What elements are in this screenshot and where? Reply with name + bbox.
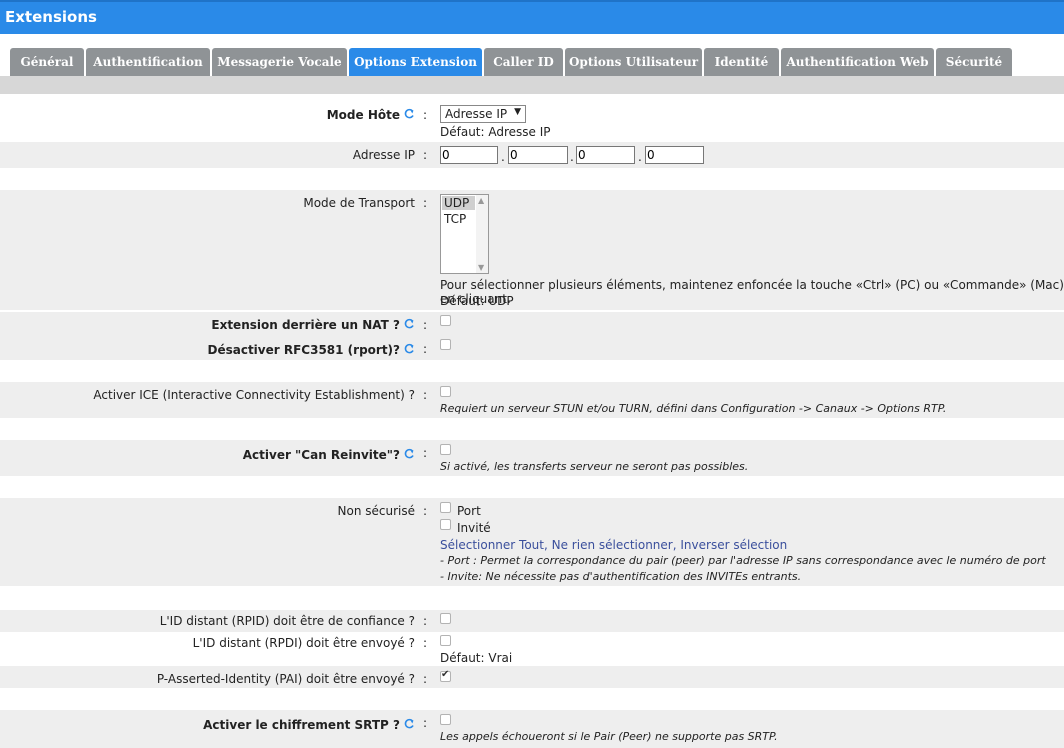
tab-strip: Général Authentification Messagerie Voca… xyxy=(0,34,1064,76)
insecure-port-label: Port xyxy=(457,504,481,518)
scroll-up-icon[interactable]: ▲ xyxy=(478,196,484,205)
row-mode-transport: Mode de Transport : UDP TCP ▲ ▼ Pour sél… xyxy=(0,190,1064,310)
ip-octet-1[interactable] xyxy=(440,146,498,164)
invert-selection-link[interactable]: Inverser sélection xyxy=(680,538,787,552)
colon: : xyxy=(423,446,428,460)
insecure-hint-invite: - Invite: Ne nécessite pas d'authentific… xyxy=(440,570,802,583)
row-pai: P-Asserted-Identity (PAI) doit être envo… xyxy=(0,666,1064,688)
refresh-icon[interactable] xyxy=(403,108,415,120)
insecure-hint-port: - Port : Permet la correspondance du pai… xyxy=(440,554,1046,567)
ice-checkbox[interactable] xyxy=(440,386,451,397)
colon: : xyxy=(423,504,428,518)
page-title: Extensions xyxy=(5,8,97,26)
ip-separator: . xyxy=(638,150,642,164)
insecure-invite-label: Invité xyxy=(457,521,491,535)
rpid-trust-label: L'ID distant (RPID) doit être de confian… xyxy=(159,614,415,628)
transport-help: Pour sélectionner plusieurs éléments, ma… xyxy=(440,278,1064,306)
refresh-icon[interactable] xyxy=(403,448,415,460)
mode-transport-label: Mode de Transport xyxy=(303,196,415,210)
chevron-down-icon: ▼ xyxy=(514,107,521,117)
refresh-icon[interactable] xyxy=(403,718,415,730)
reinvite-hint: Si activé, les transferts serveur ne ser… xyxy=(440,460,749,473)
link-separator: , xyxy=(543,538,552,552)
colon: : xyxy=(423,614,428,628)
tab-messagerie-vocale[interactable]: Messagerie Vocale xyxy=(212,48,347,76)
tab-authentification-web[interactable]: Authentification Web xyxy=(781,48,934,76)
ip-separator: . xyxy=(570,150,574,164)
tab-caller-id[interactable]: Caller ID xyxy=(484,48,563,76)
colon: : xyxy=(423,388,428,402)
srtp-label: Activer le chiffrement SRTP ? xyxy=(203,718,415,732)
row-insecure: Non sécurisé : Port Invité Sélectionner … xyxy=(0,498,1064,586)
reinvite-label: Activer "Can Reinvite"? xyxy=(243,448,415,462)
row-mode-hote: Mode Hôte : Adresse IP ▼ Défaut: Adresse… xyxy=(0,102,1064,142)
listbox-scrollbar[interactable]: ▲ ▼ xyxy=(476,195,488,273)
ice-hint: Requiert un serveur STUN et/ou TURN, déf… xyxy=(440,402,947,415)
adresse-ip-label: Adresse IP xyxy=(352,148,415,162)
reinvite-checkbox[interactable] xyxy=(440,444,451,455)
row-rpid-send: L'ID distant (RPDI) doit être envoyé ? :… xyxy=(0,632,1064,666)
refresh-icon[interactable] xyxy=(403,318,415,330)
select-all-link[interactable]: Sélectionner Tout xyxy=(440,538,544,552)
colon: : xyxy=(423,636,428,650)
nat-label: Extension derrière un NAT ? xyxy=(211,318,415,332)
srtp-hint: Les appels échoueront si le Pair (Peer) … xyxy=(440,730,778,743)
rpid-send-default: Défaut: Vrai xyxy=(440,651,513,665)
transport-option-tcp[interactable]: TCP xyxy=(444,212,466,226)
row-rpid-trust: L'ID distant (RPID) doit être de confian… xyxy=(0,610,1064,632)
tab-options-extension[interactable]: Options Extension xyxy=(349,48,482,76)
colon: : xyxy=(423,108,428,122)
refresh-icon[interactable] xyxy=(403,343,415,355)
tab-authentification[interactable]: Authentification xyxy=(86,48,210,76)
tab-identite[interactable]: Identité xyxy=(704,48,779,76)
rpid-trust-checkbox[interactable] xyxy=(440,613,451,624)
pai-label: P-Asserted-Identity (PAI) doit être envo… xyxy=(156,672,415,686)
row-reinvite: Activer "Can Reinvite"? : Si activé, les… xyxy=(0,440,1064,476)
ip-octet-3[interactable] xyxy=(576,146,635,164)
select-none-link[interactable]: Ne rien sélectionner xyxy=(552,538,673,552)
colon: : xyxy=(423,672,428,686)
colon: : xyxy=(423,196,428,210)
colon: : xyxy=(423,148,428,162)
colon: : xyxy=(423,318,428,332)
colon: : xyxy=(423,716,428,730)
tab-underline xyxy=(0,76,1064,94)
ip-separator: . xyxy=(501,150,505,164)
row-srtp: Activer le chiffrement SRTP ? : Les appe… xyxy=(0,710,1064,748)
transport-default: Défaut: UDP xyxy=(440,294,514,308)
colon: : xyxy=(423,342,428,356)
rpid-send-label: L'ID distant (RPDI) doit être envoyé ? xyxy=(192,636,415,650)
ip-octet-2[interactable] xyxy=(508,146,568,164)
insecure-invite-checkbox[interactable] xyxy=(440,519,451,530)
rfc3581-label: Désactiver RFC3581 (rport)? xyxy=(207,343,415,357)
mode-hote-label: Mode Hôte xyxy=(327,108,415,122)
transport-option-udp[interactable]: UDP xyxy=(442,196,475,210)
tab-options-utilisateur[interactable]: Options Utilisateur xyxy=(565,48,702,76)
rfc3581-checkbox[interactable] xyxy=(440,339,451,350)
mode-hote-select[interactable]: Adresse IP ▼ xyxy=(440,105,526,123)
row-ice: Activer ICE (Interactive Connectivity Es… xyxy=(0,382,1064,418)
srtp-checkbox[interactable] xyxy=(440,714,451,725)
insecure-port-checkbox[interactable] xyxy=(440,502,451,513)
ice-label: Activer ICE (Interactive Connectivity Es… xyxy=(93,388,415,402)
transport-listbox[interactable]: UDP TCP ▲ ▼ xyxy=(440,194,489,274)
row-rfc3581: Désactiver RFC3581 (rport)? : xyxy=(0,336,1064,360)
row-adresse-ip: Adresse IP : . . . xyxy=(0,142,1064,168)
nat-checkbox[interactable] xyxy=(440,315,451,326)
insecure-selection-links: Sélectionner Tout, Ne rien sélectionner,… xyxy=(440,538,787,552)
rpid-send-checkbox[interactable] xyxy=(440,635,451,646)
mode-hote-default: Défaut: Adresse IP xyxy=(440,125,551,139)
tab-securite[interactable]: Sécurité xyxy=(936,48,1012,76)
row-nat: Extension derrière un NAT ? : xyxy=(0,312,1064,336)
scroll-down-icon[interactable]: ▼ xyxy=(478,263,484,272)
title-bar: Extensions xyxy=(0,0,1064,34)
insecure-label: Non sécurisé xyxy=(337,504,415,518)
pai-checkbox[interactable] xyxy=(440,669,451,682)
ip-octet-4[interactable] xyxy=(645,146,704,164)
tab-general[interactable]: Général xyxy=(10,48,84,76)
